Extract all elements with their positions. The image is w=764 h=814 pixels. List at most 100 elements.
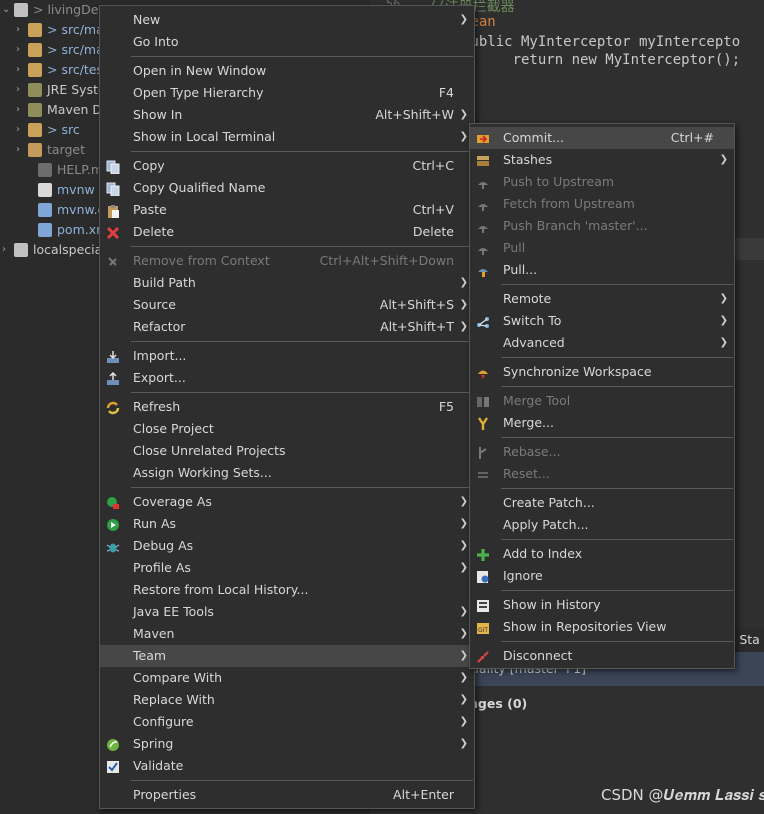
push-branch-icon	[476, 219, 490, 233]
tree-item[interactable]: ⌄ > livingDem	[2, 0, 111, 20]
menu-item-show-in[interactable]: Show In Alt+Shift+W ❯	[100, 104, 474, 126]
menu-item-create-patch[interactable]: Create Patch...	[470, 492, 734, 514]
tree-item[interactable]: › > src/tes	[16, 60, 103, 80]
menu-item-label: Show in Repositories View	[503, 619, 667, 634]
menu-item-assign-working-sets[interactable]: Assign Working Sets...	[100, 462, 474, 484]
menu-item-close-unrelated-projects[interactable]: Close Unrelated Projects	[100, 440, 474, 462]
submenu-arrow-icon: ❯	[459, 131, 468, 142]
menu-item-label: Debug As	[133, 538, 194, 553]
menu-item-label: Import...	[133, 348, 187, 363]
tree-item-label: Maven D	[47, 102, 103, 117]
menu-item-restore-from-local-history[interactable]: Restore from Local History...	[100, 579, 474, 601]
tree-expand-icon[interactable]: ›	[16, 80, 28, 100]
menu-item-switch-to[interactable]: Switch To ❯	[470, 310, 734, 332]
tree-expand-icon[interactable]: ›	[16, 60, 28, 80]
tree-item-icon	[28, 83, 42, 97]
menu-item-label: Ignore	[503, 568, 543, 583]
menu-item-maven[interactable]: Maven ❯	[100, 623, 474, 645]
menu-item-apply-patch[interactable]: Apply Patch...	[470, 514, 734, 536]
tree-expand-icon[interactable]: ›	[2, 240, 14, 260]
menu-separator	[501, 641, 733, 642]
tree-item-label: JRE Syste	[47, 82, 106, 97]
menu-item-export[interactable]: Export...	[100, 367, 474, 389]
menu-item-new[interactable]: New ❯	[100, 9, 474, 31]
menu-item-source[interactable]: Source Alt+Shift+S ❯	[100, 294, 474, 316]
unstaged-changes-label[interactable]: nges (0)	[469, 696, 527, 711]
submenu-arrow-icon: ❯	[459, 628, 468, 639]
menu-item-properties[interactable]: Properties Alt+Enter	[100, 784, 474, 806]
tree-expand-icon[interactable]: ›	[16, 120, 28, 140]
tree-item[interactable]: › Maven D	[16, 100, 102, 120]
tree-item[interactable]: › target	[16, 140, 85, 160]
menu-item-coverage-as[interactable]: Coverage As ❯	[100, 491, 474, 513]
tree-item[interactable]: › > src	[16, 120, 80, 140]
menu-item-run-as[interactable]: Run As ❯	[100, 513, 474, 535]
menu-item-build-path[interactable]: Build Path ❯	[100, 272, 474, 294]
menu-item-label: Go Into	[133, 34, 179, 49]
tree-item[interactable]: mvnw	[26, 180, 95, 200]
menu-item-synchronize-workspace[interactable]: Synchronize Workspace	[470, 361, 734, 383]
submenu-arrow-icon: ❯	[459, 606, 468, 617]
menu-item-pull[interactable]: Pull...	[470, 259, 734, 281]
menu-item-profile-as[interactable]: Profile As ❯	[100, 557, 474, 579]
tree-item[interactable]: › > src/ma	[16, 40, 104, 60]
menu-item-advanced[interactable]: Advanced ❯	[470, 332, 734, 354]
menu-item-label: Run As	[133, 516, 177, 531]
tree-item-icon	[14, 3, 28, 17]
tree-expand-icon[interactable]: ⌄	[2, 0, 14, 20]
menu-item-label: Validate	[133, 758, 184, 773]
menu-item-debug-as[interactable]: Debug As ❯	[100, 535, 474, 557]
menu-item-spring[interactable]: Spring ❯	[100, 733, 474, 755]
menu-item-label: Copy Qualified Name	[133, 180, 266, 195]
menu-item-copy-qualified-name[interactable]: Copy Qualified Name	[100, 177, 474, 199]
menu-item-label: Pull...	[503, 262, 538, 277]
menu-item-go-into[interactable]: Go Into	[100, 31, 474, 53]
tree-item[interactable]: › JRE Syste	[16, 80, 106, 100]
tree-expand-icon[interactable]: ›	[16, 100, 28, 120]
menu-item-paste[interactable]: Paste Ctrl+V	[100, 199, 474, 221]
tree-expand-icon[interactable]: ›	[16, 40, 28, 60]
tree-item[interactable]: › > src/ma	[16, 20, 104, 40]
menu-item-refresh[interactable]: Refresh F5	[100, 396, 474, 418]
menu-item-open-in-new-window[interactable]: Open in New Window	[100, 60, 474, 82]
menu-item-close-project[interactable]: Close Project	[100, 418, 474, 440]
export-icon	[106, 371, 120, 385]
menu-item-java-ee-tools[interactable]: Java EE Tools ❯	[100, 601, 474, 623]
menu-separator	[501, 357, 733, 358]
tree-expand-icon[interactable]: ›	[16, 140, 28, 160]
tree-expand-icon[interactable]: ›	[16, 20, 28, 40]
menu-item-show-in-repositories-view[interactable]: GIT Show in Repositories View	[470, 616, 734, 638]
menu-item-open-type-hierarchy[interactable]: Open Type Hierarchy F4	[100, 82, 474, 104]
menu-item-stashes[interactable]: Stashes ❯	[470, 149, 734, 171]
menu-item-show-in-history[interactable]: Show in History	[470, 594, 734, 616]
menu-item-copy[interactable]: Copy Ctrl+C	[100, 155, 474, 177]
menu-item-merge-tool: Merge Tool	[470, 390, 734, 412]
fetch-icon	[476, 197, 490, 211]
menu-item-commit[interactable]: Commit... Ctrl+#	[470, 127, 734, 149]
tree-item[interactable]: › localspecial	[2, 240, 106, 260]
menu-item-configure[interactable]: Configure ❯	[100, 711, 474, 733]
menu-item-ignore[interactable]: Ignore	[470, 565, 734, 587]
tree-item-icon	[38, 223, 52, 237]
menu-item-compare-with[interactable]: Compare With ❯	[100, 667, 474, 689]
menu-item-replace-with[interactable]: Replace With ❯	[100, 689, 474, 711]
menu-item-label: Push to Upstream	[503, 174, 615, 189]
menu-item-disconnect[interactable]: Disconnect	[470, 645, 734, 667]
tree-item[interactable]: HELP.mc	[26, 160, 110, 180]
menu-item-label: Refresh	[133, 399, 181, 414]
menu-item-merge[interactable]: Merge...	[470, 412, 734, 434]
menu-item-remote[interactable]: Remote ❯	[470, 288, 734, 310]
menu-item-team[interactable]: Team ❯	[100, 645, 474, 667]
menu-item-validate[interactable]: Validate	[100, 755, 474, 777]
menu-item-refactor[interactable]: Refactor Alt+Shift+T ❯	[100, 316, 474, 338]
menu-separator	[131, 246, 473, 247]
menu-item-add-to-index[interactable]: Add to Index	[470, 543, 734, 565]
menu-item-import[interactable]: Import...	[100, 345, 474, 367]
pull-dialog-icon	[476, 263, 490, 277]
menu-item-show-in-local-terminal[interactable]: Show in Local Terminal ❯	[100, 126, 474, 148]
menu-item-delete[interactable]: Delete Delete	[100, 221, 474, 243]
menu-item-label: Delete	[133, 224, 175, 239]
menu-separator	[501, 539, 733, 540]
tree-item-icon	[38, 163, 52, 177]
menu-item-label: Push Branch 'master'...	[503, 218, 648, 233]
